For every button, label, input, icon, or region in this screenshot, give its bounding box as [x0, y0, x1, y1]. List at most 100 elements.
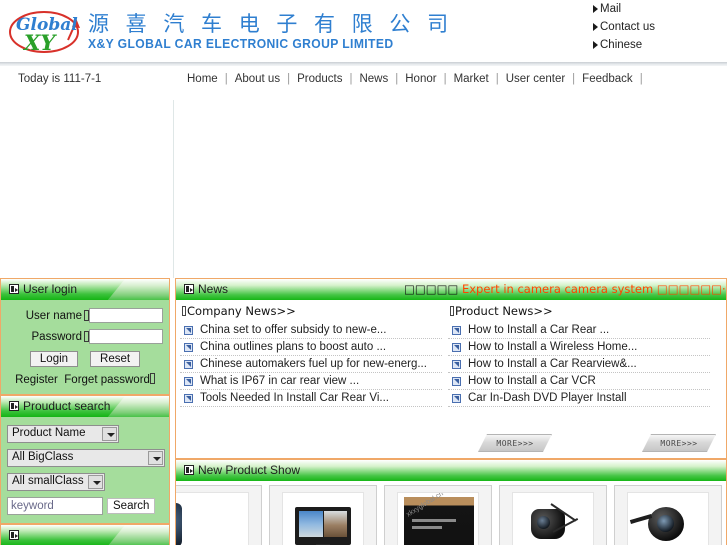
- list-item[interactable]: How to Install a Car VCR: [448, 373, 710, 390]
- header-link-contact-label: Contact us: [600, 21, 655, 33]
- arrow-down-right-icon: [184, 376, 193, 386]
- nav-item-user-center[interactable]: User center: [499, 73, 572, 85]
- sidebar: User login User name Password Login Rese…: [0, 278, 170, 545]
- arrow-down-right-icon: [452, 359, 461, 369]
- username-label: User name: [25, 309, 82, 322]
- nav-item-about-us[interactable]: About us: [228, 73, 287, 85]
- nav-item-feedback[interactable]: Feedback: [575, 73, 640, 85]
- product-thumbnail[interactable]: [614, 485, 722, 545]
- news-title-wrap: News: [184, 282, 228, 296]
- panel-arrow-icon: [9, 401, 19, 411]
- bigclass-select-value: All BigClass: [12, 451, 74, 463]
- search-button[interactable]: Search: [107, 498, 156, 514]
- product-news-link[interactable]: How to Install a Car VCR: [468, 375, 596, 387]
- keyword-input[interactable]: [7, 497, 103, 515]
- company-news-link[interactable]: China outlines plans to boost auto ...: [200, 341, 386, 353]
- nav-item-products[interactable]: Products: [290, 73, 349, 85]
- product-thumbnail[interactable]: [176, 485, 262, 545]
- product-image: [176, 492, 249, 545]
- product-show-panel: xkxyglobal.cn: [175, 481, 727, 545]
- header-utility-links: Mail Contact us Chinese: [593, 0, 693, 54]
- register-link[interactable]: Register: [15, 374, 58, 386]
- arrow-down-right-icon: [184, 342, 193, 352]
- company-news-column: Company News>> China set to offer subsid…: [180, 304, 442, 407]
- list-item[interactable]: China outlines plans to boost auto ...: [180, 339, 442, 356]
- arrow-down-right-icon: [184, 359, 193, 369]
- list-item[interactable]: China set to offer subsidy to new-e...: [180, 322, 442, 339]
- product-image: [627, 492, 709, 545]
- header-link-contact[interactable]: Contact us: [593, 18, 693, 36]
- panel-arrow-icon: [184, 284, 194, 294]
- product-news-link[interactable]: Car In-Dash DVD Player Install: [468, 392, 627, 404]
- list-item[interactable]: Chinese automakers fuel up for new-energ…: [180, 356, 442, 373]
- today-date-label: Today is 111-7-1: [18, 73, 102, 85]
- product-news-link[interactable]: How to Install a Car Rear ...: [468, 324, 609, 336]
- password-input[interactable]: [89, 329, 163, 344]
- triangle-right-icon: [593, 23, 598, 31]
- company-name-en: X&Y GLOBAL CAR ELECTRONIC GROUP LIMITED: [88, 37, 394, 51]
- site-logo[interactable]: Global XY 源 喜 汽 车 电 子 有 限 公 司 X&Y GLOBAL…: [8, 6, 448, 58]
- arrow-down-right-icon: [452, 342, 461, 352]
- list-item[interactable]: Tools Needed In Install Car Rear Vi...: [180, 390, 442, 407]
- username-row: User name: [7, 308, 163, 323]
- company-news-link[interactable]: China set to offer subsidy to new-e...: [200, 324, 386, 336]
- product-news-more-button[interactable]: MORE>>>: [642, 434, 716, 452]
- login-button[interactable]: Login: [29, 351, 79, 367]
- nav-item-news[interactable]: News: [352, 73, 395, 85]
- company-news-heading: Company News>>: [187, 304, 296, 318]
- forget-password-link[interactable]: Forget password: [64, 374, 150, 386]
- triangle-right-icon: [593, 5, 598, 13]
- bigclass-select[interactable]: All BigClass: [7, 449, 165, 467]
- box-line-art: [412, 519, 456, 522]
- list-item[interactable]: How to Install a Car Rear ...: [448, 322, 710, 339]
- main-content: News □□□□□ Expert in camera camera syste…: [175, 278, 727, 545]
- product-thumbnail[interactable]: [499, 485, 607, 545]
- company-news-link[interactable]: What is IP67 in car rear view ...: [200, 375, 359, 387]
- more-buttons-row: MORE>>> MORE>>>: [176, 432, 726, 458]
- header-link-mail-label: Mail: [600, 3, 622, 15]
- header-link-chinese[interactable]: Chinese: [593, 36, 693, 54]
- company-news-link[interactable]: Chinese automakers fuel up for new-energ…: [200, 358, 427, 370]
- search-field-select[interactable]: Product Name: [7, 425, 119, 443]
- chevron-down-icon: [148, 451, 163, 465]
- product-search-body: Product Name All BigClass All smallClass…: [1, 417, 169, 523]
- page-root: Global XY 源 喜 汽 车 电 子 有 限 公 司 X&Y GLOBAL…: [0, 0, 727, 545]
- news-marquee: □□□□□ Expert in camera camera system □□□…: [404, 282, 726, 296]
- list-item[interactable]: How to Install a Car Rearview&...: [448, 356, 710, 373]
- product-show-title-wrap: New Product Show: [184, 463, 300, 477]
- product-show-title: New Product Show: [198, 463, 301, 477]
- nav-item-market[interactable]: Market: [447, 73, 496, 85]
- bullet-glyph-icon: [182, 306, 186, 316]
- header-link-mail[interactable]: Mail: [593, 0, 693, 18]
- company-news-link[interactable]: Tools Needed In Install Car Rear Vi...: [200, 392, 389, 404]
- reset-button[interactable]: Reset: [90, 351, 141, 367]
- user-login-title: User login: [23, 282, 78, 296]
- camera-partial-art: [176, 503, 182, 545]
- panel-header-slant: [107, 279, 169, 300]
- monitor-art: [295, 507, 351, 545]
- product-search-title: Prouduct search: [23, 399, 111, 413]
- search-field-select-value: Product Name: [12, 427, 86, 439]
- product-news-link[interactable]: How to Install a Car Rearview&...: [468, 358, 637, 370]
- logo-mark-icon: Global XY: [9, 11, 80, 55]
- list-item[interactable]: What is IP67 in car rear view ...: [180, 373, 442, 390]
- site-header: Global XY 源 喜 汽 车 电 子 有 限 公 司 X&Y GLOBAL…: [0, 0, 727, 62]
- product-news-link[interactable]: How to Install a Wireless Home...: [468, 341, 637, 353]
- nav-item-home[interactable]: Home: [180, 73, 225, 85]
- panel-arrow-icon: [9, 530, 19, 540]
- box-line-art: [412, 526, 442, 529]
- company-news-more-button[interactable]: MORE>>>: [478, 434, 552, 452]
- colon-glyph-icon: [149, 373, 155, 384]
- smallclass-select[interactable]: All smallClass: [7, 473, 105, 491]
- product-thumbnail[interactable]: xkxyglobal.cn: [384, 485, 492, 545]
- round-camera-art: [648, 507, 684, 541]
- boxed-unit-art: [404, 497, 474, 545]
- list-item[interactable]: Car In-Dash DVD Player Install: [448, 390, 710, 407]
- arrow-down-right-icon: [452, 376, 461, 386]
- product-thumbnail[interactable]: [269, 485, 377, 545]
- nav-item-honor[interactable]: Honor: [398, 73, 443, 85]
- username-input[interactable]: [89, 308, 163, 323]
- list-item[interactable]: How to Install a Wireless Home...: [448, 339, 710, 356]
- panel-arrow-icon: [184, 465, 194, 475]
- camera-body-art: [531, 509, 565, 539]
